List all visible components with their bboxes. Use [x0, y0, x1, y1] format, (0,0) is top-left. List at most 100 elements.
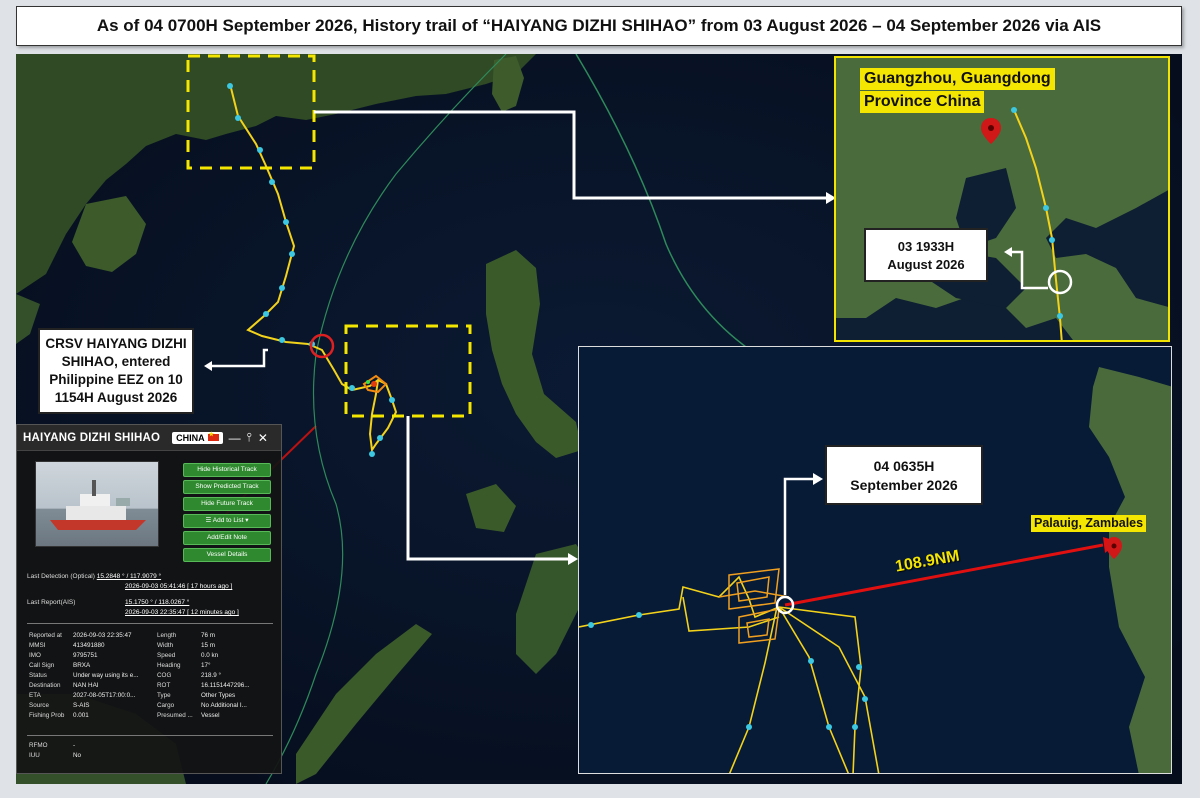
waypoint [263, 311, 269, 317]
divider [27, 623, 273, 624]
vessel-photo [35, 461, 159, 547]
hide-historical-track-button[interactable]: Hide Historical Track [183, 463, 271, 477]
waypoint [235, 115, 241, 121]
table-row: Destination NAN HAI ROT 16.1151447296... [29, 681, 275, 691]
vessel-attributes-table: Reported at 2026-09-03 22:35:47 Length 76 m… [29, 631, 275, 721]
waypoint [283, 219, 289, 225]
table-cell: NAN HAI [73, 682, 99, 689]
table-cell: Vessel [201, 712, 220, 719]
last-report-time-link[interactable]: 2026-09-03 22:35:47 [ 12 minutes ago ] [125, 609, 239, 616]
inset-waypoint [1011, 107, 1017, 113]
table-row: Reported at 2026-09-03 22:35:47 Length 76 m [29, 631, 275, 641]
table-cell: Status [29, 672, 47, 679]
table-cell: Length [157, 632, 177, 639]
table-cell: Width [157, 642, 174, 649]
inset-waypoint [746, 724, 752, 730]
table-row: Fishing Prob 0.001 Presumed ... Vessel [29, 711, 275, 721]
inset-waypoint [1043, 205, 1049, 211]
table-cell: S-AIS [73, 702, 90, 709]
vessel-info-panel[interactable]: HAIYANG DIZHI SHIHAO CHINA — ⫯ ✕ Hide Hi… [16, 424, 282, 774]
table-cell: MMSI [29, 642, 46, 649]
table-cell: 16.1151447296... [201, 682, 250, 689]
vessel-extra-info: RFMO - IUU No [29, 741, 157, 761]
flag-country: CHINA [176, 432, 205, 443]
table-cell: 15 m [201, 642, 215, 649]
table-cell: 218.9 ° [201, 672, 222, 679]
add-edit-note-button[interactable]: Add/Edit Note [183, 531, 271, 545]
vessel-details-button[interactable]: Vessel Details [183, 548, 271, 562]
inset-waypoint [636, 612, 642, 618]
table-cell: No Additional I... [201, 702, 247, 709]
table-cell: Source [29, 702, 49, 709]
guangzhou-label: Guangzhou, Guangdong [860, 68, 1055, 90]
table-cell: Under way using its e... [73, 672, 139, 679]
waypoint [377, 435, 383, 441]
last-report: Last Report(AIS) [27, 599, 75, 606]
inset-waypoint [852, 724, 858, 730]
inset-guangzhou-map[interactable]: Guangzhou, Guangdong Province China 03 1… [834, 56, 1170, 342]
last-report-position: 15.1750 ° / 118.0267 ° [125, 599, 189, 606]
table-cell: ETA [29, 692, 41, 699]
last-report-time: 2026-09-03 22:35:47 [ 12 minutes ago ] [125, 609, 239, 616]
table-cell: 2027-08-05T17:00:0... [73, 692, 136, 699]
table-cell: BRXA [73, 662, 91, 669]
waypoint [369, 451, 375, 457]
last-detection-time-link[interactable]: 2026-09-03 05:41:46 [ 17 hours ago ] [125, 583, 232, 590]
rfmo-row: RFMO - [29, 741, 157, 751]
last-detection-position[interactable]: 15.2848 ° / 117.9079 ° [97, 573, 161, 580]
figure-title: As of 04 0700H September 2026, History t… [16, 6, 1182, 46]
inset-waypoint [826, 724, 832, 730]
inset-waypoint [856, 664, 862, 670]
latest-time-line2: September 2026 [850, 477, 958, 493]
last-detection: Last Detection (Optical) 15.2848 ° / 117… [27, 573, 161, 580]
vessel-action-buttons: Hide Historical Track Show Predicted Tra… [183, 463, 273, 565]
table-row: Source S-AIS Cargo No Additional I... [29, 701, 275, 711]
flag-badge: CHINA [172, 431, 223, 444]
add-to-list-button[interactable]: ☰ Add to List ▾ [183, 514, 271, 528]
table-cell: 9795751 [73, 652, 98, 659]
iuu-row: IUU No [29, 751, 157, 761]
start-time-callout: 03 1933H August 2026 [864, 228, 988, 282]
inset-waypoint [1057, 313, 1063, 319]
iuu-label: IUU [29, 752, 40, 759]
last-report-label: Last Report(AIS) [27, 599, 76, 606]
minimize-icon[interactable]: — [229, 431, 241, 445]
waypoint [227, 83, 233, 89]
rfmo-value: - [73, 742, 76, 749]
latest-time-line1: 04 0635H [873, 458, 935, 474]
palauig-label: Palauig, Zambales [1031, 515, 1147, 532]
table-cell: Destination [29, 682, 61, 689]
waypoint [279, 285, 285, 291]
table-cell: 0.0 kn [201, 652, 219, 659]
waypoint [289, 251, 295, 257]
divider [27, 735, 273, 736]
hide-future-track-button[interactable]: Hide Future Track [183, 497, 271, 511]
table-row: MMSI 413491880 Width 15 m [29, 641, 275, 651]
rfmo-label: RFMO [29, 742, 48, 749]
inset-zambales-map[interactable]: 04 0635H September 2026 Palauig, Zambale… [578, 346, 1172, 774]
waypoint [257, 147, 263, 153]
last-report-position-link[interactable]: 15.1750 ° / 118.0267 ° [125, 599, 189, 606]
vessel-panel-header: HAIYANG DIZHI SHIHAO CHINA — ⫯ ✕ [17, 425, 281, 451]
inset-waypoint [1049, 237, 1055, 243]
guangzhou-label-province: Province China [860, 91, 985, 113]
waypoint [269, 179, 275, 185]
show-predicted-track-button[interactable]: Show Predicted Track [183, 480, 271, 494]
inset-waypoint [808, 658, 814, 664]
waypoint [389, 397, 395, 403]
table-cell: IMO [29, 652, 41, 659]
table-cell: Type [157, 692, 171, 699]
close-icon[interactable]: ✕ [258, 431, 268, 445]
waypoint [279, 337, 285, 343]
pin-icon[interactable]: ⫯ [247, 430, 252, 445]
table-cell: Presumed ... [157, 712, 193, 719]
iuu-value: No [73, 752, 82, 759]
start-time-line1: 03 1933H [897, 239, 955, 254]
table-cell: Heading [157, 662, 181, 669]
table-cell: 2026-09-03 22:35:47 [73, 632, 132, 639]
table-cell: COG [157, 672, 172, 679]
table-row: ETA 2027-08-05T17:00:0... Type Other Types [29, 691, 275, 701]
table-cell: 0.001 [73, 712, 89, 719]
table-cell: Other Types [201, 692, 236, 699]
inset-waypoint [862, 696, 868, 702]
